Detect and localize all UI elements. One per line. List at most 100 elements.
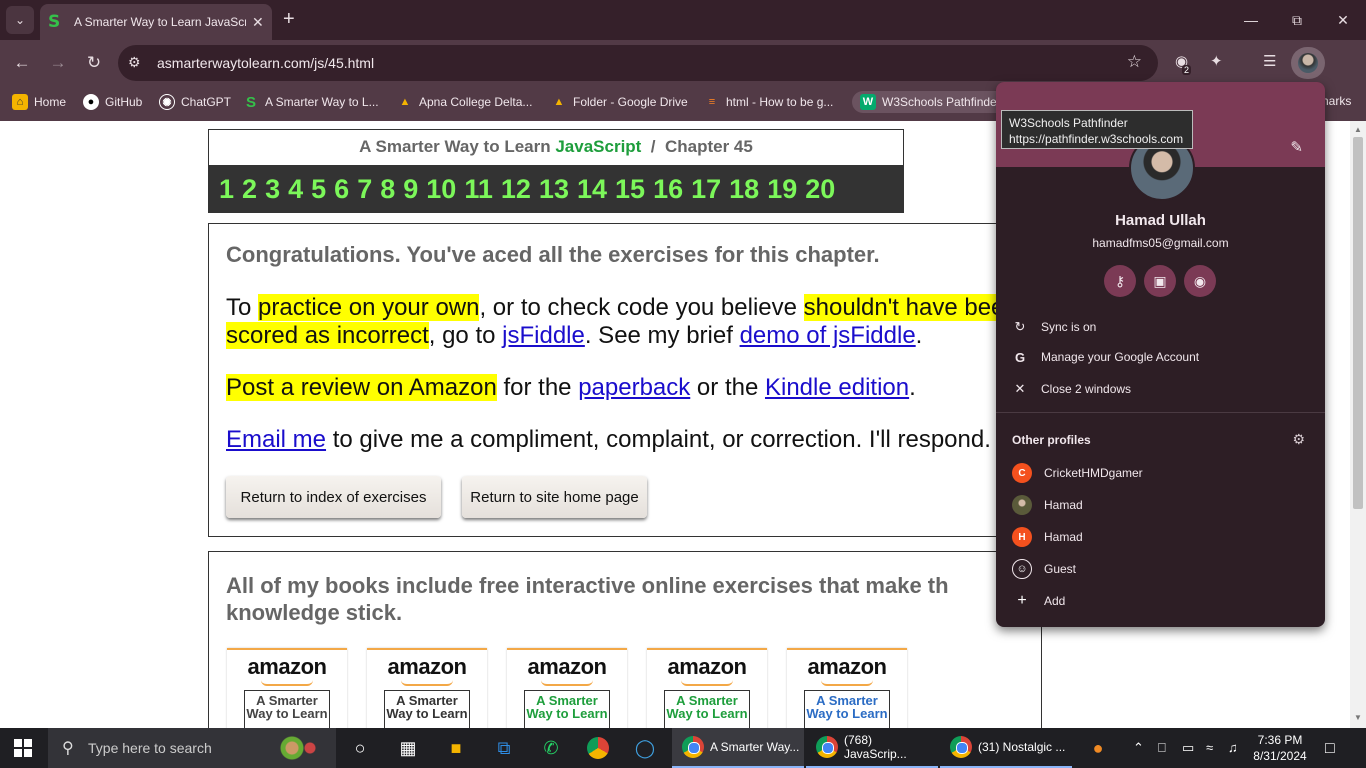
show-hidden-icons-chevron-icon[interactable]: ⌃ (1133, 740, 1144, 756)
exercise-link[interactable]: 15 (615, 174, 645, 205)
github-icon: ● (83, 94, 99, 110)
sync-row[interactable]: ↻ Sync is on (996, 311, 1325, 343)
new-tab-button[interactable]: + (283, 9, 295, 29)
profile-button[interactable] (1291, 47, 1325, 79)
bookmark-star-icon[interactable]: ☆ (1127, 52, 1142, 72)
add-profile-row[interactable]: + Add (996, 585, 1325, 617)
exercise-link[interactable]: 13 (539, 174, 569, 205)
exercise-link[interactable]: 17 (691, 174, 721, 205)
bookmark-github[interactable]: ● GitHub (83, 94, 142, 110)
cortana-icon[interactable]: ○ (344, 728, 376, 768)
all-bookmarks[interactable]: narks (1322, 94, 1351, 108)
addresses-location-icon[interactable]: ◉ (1184, 265, 1216, 297)
profile-item[interactable]: C CricketHMDgamer (996, 457, 1325, 489)
manage-account-row[interactable]: G Manage your Google Account (996, 341, 1325, 373)
bookmark-label: narks (1322, 94, 1352, 108)
exercise-link[interactable]: 7 (357, 174, 372, 205)
taskbar-window-nostalgic[interactable]: (31) Nostalgic ... (940, 728, 1072, 768)
book-card[interactable]: amazon A Smarter Way to Learn (787, 648, 907, 728)
bookmark-stackoverflow[interactable]: ≡ html - How to be g... (704, 94, 834, 110)
exercise-link[interactable]: 6 (334, 174, 349, 205)
wifi-icon[interactable]: ≈ (1206, 740, 1213, 755)
jsfiddle-link[interactable]: jsFiddle (502, 322, 585, 349)
profile-item[interactable]: H Hamad (996, 521, 1325, 553)
paperback-link[interactable]: paperback (578, 374, 690, 401)
media-control-icon[interactable]: ☰ (1263, 52, 1276, 70)
notification-app-icon[interactable]: ● (1082, 728, 1114, 768)
extensions-puzzle-icon[interactable]: ✦ (1210, 52, 1223, 70)
scroll-down-icon[interactable]: ▼ (1354, 713, 1362, 722)
return-home-button[interactable]: Return to site home page (462, 476, 647, 518)
taskbar-window-javascript[interactable]: (768) JavaScrip... (806, 728, 938, 768)
battery-icon[interactable]: ▭ (1182, 740, 1194, 756)
exercise-link[interactable]: 1 (219, 174, 234, 205)
address-bar[interactable]: ⚙ asmarterwaytolearn.com/js/45.html ☆ (118, 45, 1158, 81)
exercise-link[interactable]: 3 (265, 174, 280, 205)
tab-close-icon[interactable]: ✕ (252, 14, 264, 31)
exercise-link[interactable]: 4 (288, 174, 303, 205)
exercise-link[interactable]: 14 (577, 174, 607, 205)
window-title: (31) Nostalgic ... (978, 740, 1066, 754)
jsfiddle-demo-link[interactable]: demo of jsFiddle (740, 322, 916, 349)
bookmark-smarterway[interactable]: S A Smarter Way to L... (243, 94, 379, 111)
minimize-button[interactable]: — (1228, 0, 1274, 40)
volume-icon[interactable]: ♫ (1228, 740, 1238, 755)
bookmark-google-drive[interactable]: ▲ Folder - Google Drive (551, 94, 688, 110)
back-button[interactable]: ← (10, 51, 34, 75)
kindle-link[interactable]: Kindle edition (765, 374, 909, 401)
active-tab[interactable]: S A Smarter Way to Learn JavaScript ✕ (40, 4, 272, 40)
close-window-button[interactable]: ✕ (1320, 0, 1366, 40)
exercise-link[interactable]: 5 (311, 174, 326, 205)
forward-button[interactable]: → (46, 51, 70, 75)
exercise-link[interactable]: 11 (464, 174, 493, 205)
bookmark-home[interactable]: ⌂ Home (12, 94, 66, 110)
add-icon: + (1017, 592, 1027, 609)
exercise-link[interactable]: 8 (380, 174, 395, 205)
tab-search-button[interactable]: ⌄ (6, 6, 34, 34)
email-link[interactable]: Email me (226, 426, 326, 453)
chapter-suffix: / Chapter 45 (641, 137, 753, 156)
close-windows-row[interactable]: ✕ Close 2 windows (996, 373, 1325, 405)
exercise-link[interactable]: 12 (501, 174, 531, 205)
taskbar-search[interactable]: ⚲ Type here to search (48, 728, 336, 768)
profile-item[interactable]: Hamad (996, 489, 1325, 521)
book-card[interactable]: amazon A Smarter Way to Learn (367, 648, 487, 728)
bookmark-w3schools[interactable]: W W3Schools Pathfinder (852, 91, 1009, 113)
vscode-icon[interactable]: ⧉ (488, 728, 520, 768)
profile-item[interactable]: ☺ Guest (996, 553, 1325, 585)
exercise-link[interactable]: 20 (805, 174, 835, 205)
book-card[interactable]: amazon A Smarter Way to Learn (227, 648, 347, 728)
task-view-icon[interactable]: ▦ (392, 728, 424, 768)
payment-card-icon[interactable]: ▣ (1144, 265, 1176, 297)
scroll-up-icon[interactable]: ▲ (1354, 125, 1362, 134)
exercise-link[interactable]: 16 (653, 174, 683, 205)
taskbar-window-smarterway[interactable]: A Smarter Way... (672, 728, 804, 768)
device-icon[interactable]: ⎕ (1158, 740, 1166, 756)
site-info-icon[interactable]: ⚙ (128, 54, 141, 71)
exercise-link[interactable]: 9 (403, 174, 418, 205)
reload-button[interactable]: ↻ (82, 51, 106, 75)
notification-center-icon[interactable]: □ (1325, 740, 1335, 758)
passwords-key-icon[interactable]: ⚷ (1104, 265, 1136, 297)
exercise-link[interactable]: 2 (242, 174, 257, 205)
bookmark-apna-college[interactable]: ▲ Apna College Delta... (397, 94, 533, 110)
edge-icon[interactable]: ◯ (629, 728, 661, 768)
exercise-link[interactable]: 10 (426, 174, 456, 205)
system-clock[interactable]: 7:36 PM 8/31/2024 (1248, 732, 1312, 764)
scroll-thumb[interactable] (1353, 137, 1363, 509)
chapter-title: A Smarter Way to Learn JavaScript / Chap… (209, 130, 903, 164)
file-explorer-icon[interactable]: ■ (440, 728, 472, 768)
bookmark-chatgpt[interactable]: ✺ ChatGPT (159, 94, 231, 110)
return-index-button[interactable]: Return to index of exercises (226, 476, 441, 518)
restore-button[interactable]: ⧉ (1274, 0, 1320, 40)
whatsapp-icon[interactable]: ✆ (535, 728, 567, 768)
book-card[interactable]: amazon A Smarter Way to Learn (647, 648, 767, 728)
manage-profiles-gear-icon[interactable]: ⚙ (1292, 431, 1305, 448)
exercise-link[interactable]: 18 (729, 174, 759, 205)
book-card[interactable]: amazon A Smarter Way to Learn (507, 648, 627, 728)
edit-pencil-icon[interactable]: ✎ (1290, 138, 1303, 156)
page-scrollbar[interactable]: ▲ ▼ (1350, 121, 1366, 728)
windows-start-icon[interactable] (14, 739, 32, 757)
chrome-icon[interactable] (582, 728, 614, 768)
exercise-link[interactable]: 19 (767, 174, 797, 205)
